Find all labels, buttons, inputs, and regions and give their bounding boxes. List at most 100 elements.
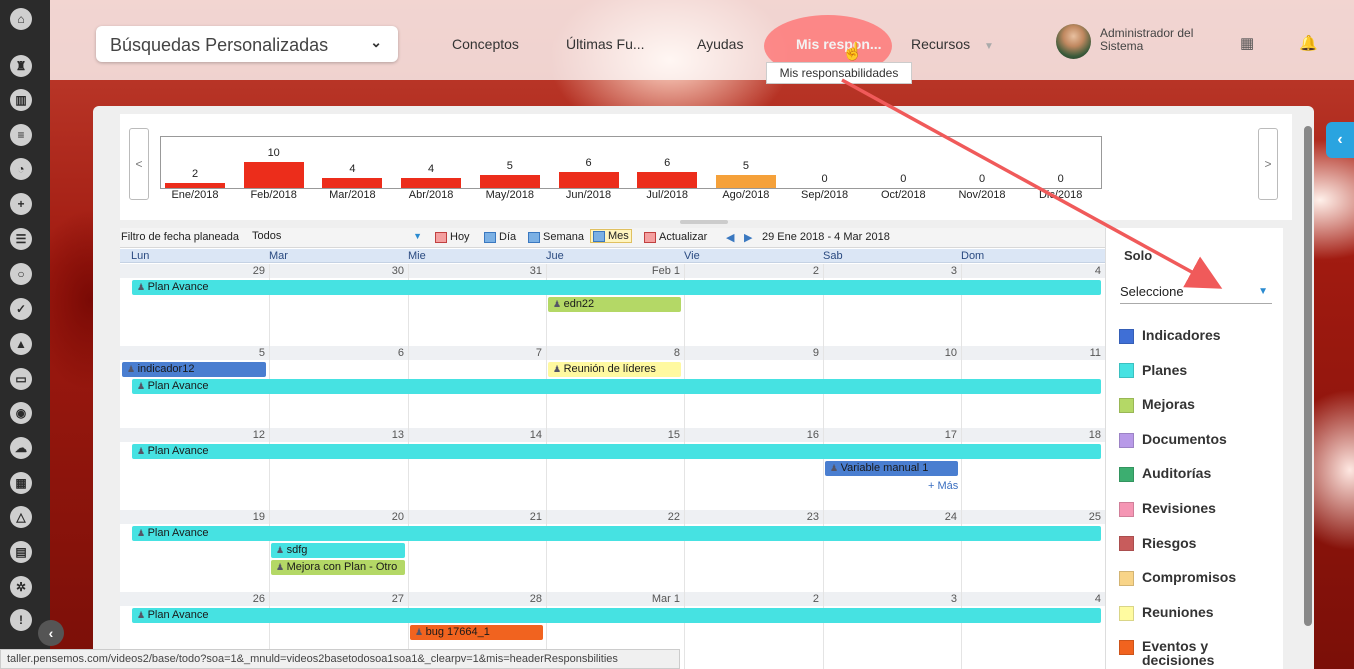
record-icon[interactable]: ◉ [10, 402, 32, 424]
scrollbar[interactable] [1304, 126, 1312, 626]
day-number[interactable]: 8 [620, 347, 680, 359]
day-number[interactable]: 18 [1041, 429, 1101, 441]
legend-item[interactable]: Revisiones [1119, 501, 1216, 517]
calendar-event[interactable]: ♟ sdfg [271, 543, 405, 558]
calendar-event[interactable]: ♟ bug 17664_1 [410, 625, 543, 640]
bar[interactable] [401, 178, 462, 188]
day-number[interactable]: 30 [344, 265, 404, 277]
day-number[interactable]: 28 [482, 593, 542, 605]
bar[interactable] [637, 172, 698, 188]
menu-icon[interactable]: ≡ [10, 124, 32, 146]
cloud-icon[interactable]: ☁ [10, 437, 32, 459]
bar-chart-icon[interactable]: ▥ [10, 89, 32, 111]
legend-item[interactable]: Auditorías [1119, 466, 1211, 483]
day-number[interactable]: 31 [482, 265, 542, 277]
day-number[interactable]: Mar 1 [620, 593, 680, 605]
tower-icon[interactable]: ♜ [10, 55, 32, 77]
solo-select[interactable]: Seleccione ▼ [1120, 284, 1272, 304]
calendar-event[interactable]: ♟ indicador12 [122, 362, 266, 377]
list-icon[interactable]: ☰ [10, 228, 32, 250]
calendar-event[interactable]: ♟ Plan Avance [132, 608, 1101, 623]
day-number[interactable]: 22 [620, 511, 680, 523]
day-number[interactable]: 14 [482, 429, 542, 441]
refresh-button[interactable]: Actualizar [644, 231, 707, 243]
day-number[interactable]: 20 [344, 511, 404, 523]
nav-ultimas[interactable]: Últimas Fu... [566, 36, 645, 52]
day-number[interactable]: 10 [897, 347, 957, 359]
legend-item[interactable]: Compromisos [1119, 570, 1236, 586]
day-number[interactable]: 4 [1041, 593, 1101, 605]
day-number[interactable]: 9 [759, 347, 819, 359]
plus-box-icon[interactable]: + [10, 193, 32, 215]
collapse-sidebar-button[interactable]: ‹ [38, 620, 64, 646]
bar[interactable] [715, 175, 776, 188]
day-number[interactable]: 5 [205, 347, 265, 359]
legend-item[interactable]: Documentos [1119, 432, 1227, 448]
day-number[interactable]: 15 [620, 429, 680, 441]
day-number[interactable]: 29 [205, 265, 265, 277]
day-number[interactable]: 27 [344, 593, 404, 605]
info-icon[interactable]: ! [10, 609, 32, 631]
day-number[interactable]: 23 [759, 511, 819, 523]
avatar[interactable] [1056, 24, 1091, 59]
day-number[interactable]: 2 [759, 593, 819, 605]
calendar-event[interactable]: ♟ Plan Avance [132, 526, 1101, 541]
nav-mis-responsabilidades[interactable]: Mis respon... [796, 36, 882, 52]
chart-next-button[interactable]: > [1258, 128, 1278, 200]
month-view-button[interactable]: Mes [590, 229, 632, 243]
day-number[interactable]: 2 [759, 265, 819, 277]
bar[interactable] [558, 172, 619, 188]
day-number[interactable]: 16 [759, 429, 819, 441]
more-link[interactable]: + Más [928, 480, 958, 492]
calendar-icon[interactable]: ▦ [1240, 34, 1254, 52]
legend-item[interactable]: Riesgos [1119, 536, 1196, 552]
network-icon[interactable]: △ [10, 506, 32, 528]
day-number[interactable]: 3 [897, 265, 957, 277]
document-icon[interactable]: ▤ [10, 541, 32, 563]
legend-item[interactable]: Mejoras [1119, 397, 1195, 413]
legend-item[interactable]: Indicadores [1119, 328, 1221, 344]
day-number[interactable]: 3 [897, 593, 957, 605]
day-number[interactable]: 19 [205, 511, 265, 523]
warning-icon[interactable]: ▲ [10, 333, 32, 355]
home-icon[interactable]: ⌂ [10, 8, 32, 30]
bar[interactable] [165, 183, 225, 188]
nav-ayudas[interactable]: Ayudas [697, 36, 743, 52]
legend-item[interactable]: Reuniones [1119, 605, 1214, 621]
chart-prev-button[interactable]: < [129, 128, 149, 200]
day-number[interactable]: 24 [897, 511, 957, 523]
legend-item[interactable]: Planes [1119, 363, 1187, 379]
nav-recursos[interactable]: Recursos ▼ [911, 36, 994, 52]
day-number[interactable]: 21 [482, 511, 542, 523]
presentation-icon[interactable]: ▭ [10, 368, 32, 390]
calendar-event[interactable]: ♟ Plan Avance [132, 379, 1101, 394]
next-range-icon[interactable]: ▶ [744, 231, 752, 244]
day-number[interactable]: 4 [1041, 265, 1101, 277]
filter-date-select[interactable]: Todos ▼ [252, 230, 424, 246]
week-view-button[interactable]: Semana [528, 231, 584, 243]
calendar-event[interactable]: ♟ Reunión de líderes [548, 362, 681, 377]
calendar-event[interactable]: ♟ Plan Avance [132, 444, 1101, 459]
custom-search-dropdown[interactable]: Búsquedas Personalizadas ⌄ [96, 26, 398, 62]
day-number[interactable]: 12 [205, 429, 265, 441]
day-number[interactable]: 11 [1041, 347, 1101, 359]
user-name[interactable]: Administrador del Sistema [1100, 27, 1218, 53]
day-number[interactable]: 17 [897, 429, 957, 441]
legend-item[interactable]: Eventos y decisiones [1119, 639, 1222, 667]
calendar-icon[interactable]: ▦ [10, 472, 32, 494]
right-panel-toggle-button[interactable]: ‹ [1326, 122, 1354, 158]
bell-icon[interactable]: 🔔 [1299, 34, 1318, 52]
cycle-icon[interactable]: ○ [10, 263, 32, 285]
day-number[interactable]: 7 [482, 347, 542, 359]
splitter-handle[interactable] [680, 220, 728, 224]
day-number[interactable]: 25 [1041, 511, 1101, 523]
day-number[interactable]: 26 [205, 593, 265, 605]
calendar-event[interactable]: ♟ Plan Avance [132, 280, 1101, 295]
pie-chart-icon[interactable]: ◔ [10, 158, 32, 180]
prev-range-icon[interactable]: ◀ [726, 231, 734, 244]
bar[interactable] [479, 175, 540, 188]
day-number[interactable]: 6 [344, 347, 404, 359]
day-view-button[interactable]: Día [484, 231, 516, 243]
bar[interactable] [243, 162, 304, 188]
gear-icon[interactable]: ✲ [10, 576, 32, 598]
